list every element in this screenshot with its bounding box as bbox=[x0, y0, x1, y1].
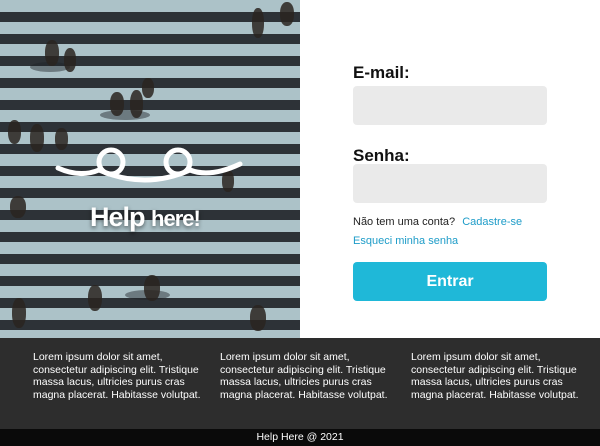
signup-link[interactable]: Cadastre-se bbox=[462, 216, 522, 228]
pedestrian bbox=[30, 124, 44, 152]
pedestrian bbox=[88, 285, 102, 311]
login-button[interactable]: Entrar bbox=[353, 262, 547, 301]
pedestrian bbox=[45, 40, 59, 66]
no-account-text: Não tem uma conta? bbox=[353, 216, 456, 228]
password-label: Senha: bbox=[353, 146, 410, 165]
email-label: E-mail: bbox=[353, 63, 410, 82]
pedestrian bbox=[110, 92, 124, 116]
pedestrian-shadow bbox=[100, 110, 150, 120]
hero-image: Help here! bbox=[0, 0, 300, 338]
smiling-eyes-logo-icon bbox=[55, 147, 243, 183]
copyright-bar: Help Here @ 2021 bbox=[0, 429, 600, 446]
forgot-password-link[interactable]: Esqueci minha senha bbox=[353, 235, 458, 247]
signup-prompt: Não tem uma conta? Cadastre-se bbox=[353, 216, 522, 228]
logo-text-main: Help bbox=[90, 202, 146, 232]
copyright-text: Help Here @ 2021 bbox=[256, 431, 344, 443]
footer-column-2: Lorem ipsum dolor sit amet, consectetur … bbox=[220, 351, 388, 401]
pedestrian bbox=[250, 305, 266, 331]
pedestrian bbox=[130, 90, 143, 118]
help-here-logo: Help here! bbox=[50, 140, 250, 250]
pedestrian bbox=[8, 120, 21, 144]
pedestrian bbox=[10, 196, 26, 218]
pedestrian bbox=[252, 8, 264, 38]
email-field[interactable] bbox=[353, 86, 547, 125]
logo-text-small: here! bbox=[151, 206, 201, 231]
pedestrian bbox=[280, 2, 294, 26]
pedestrian bbox=[12, 298, 26, 328]
forgot-password-row: Esqueci minha senha bbox=[353, 235, 458, 247]
pedestrian bbox=[142, 78, 154, 98]
pedestrian bbox=[144, 275, 160, 301]
password-field[interactable] bbox=[353, 164, 547, 203]
pedestrian bbox=[64, 48, 76, 72]
footer-column-1: Lorem ipsum dolor sit amet, consectetur … bbox=[33, 351, 201, 401]
footer-column-3: Lorem ipsum dolor sit amet, consectetur … bbox=[411, 351, 579, 401]
footer: Lorem ipsum dolor sit amet, consectetur … bbox=[0, 338, 600, 429]
logo-text: Help here! bbox=[90, 202, 220, 233]
